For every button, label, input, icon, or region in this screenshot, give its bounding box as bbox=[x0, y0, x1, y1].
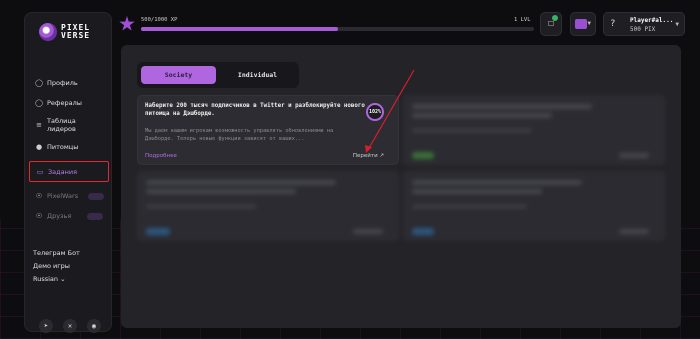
user-icon: ◯ bbox=[35, 79, 43, 87]
level-text: 1 LVL bbox=[514, 17, 531, 23]
logo[interactable]: PIXEL VERSE bbox=[39, 23, 90, 41]
level-star-icon bbox=[119, 16, 135, 31]
wallet-icon bbox=[575, 19, 587, 29]
sidebar-item-tasks[interactable]: ▭ Задания bbox=[29, 161, 109, 182]
notification-dot bbox=[552, 15, 558, 21]
sidebar-item-pets[interactable]: ● Питомцы bbox=[31, 137, 107, 157]
help-icon: ? bbox=[610, 19, 616, 29]
task-description: Мы даем нашим игрокам возможность управл… bbox=[145, 128, 334, 142]
tab-society[interactable]: Society bbox=[141, 66, 216, 84]
sidebar-nav: ◯ Профиль ◯ Рефералы ≡ Таблица лидеров ●… bbox=[29, 73, 109, 226]
sidebar-item-leaderboard[interactable]: ≡ Таблица лидеров bbox=[31, 113, 107, 137]
sidebar: PIXEL VERSE ◯ Профиль ◯ Рефералы ≡ Табли… bbox=[24, 12, 112, 333]
go-label: Перейти bbox=[352, 153, 378, 159]
language-select[interactable]: Russian ⌄ bbox=[33, 275, 80, 288]
player-balance: 500 PIX bbox=[630, 26, 656, 33]
sidebar-item-label: Задания bbox=[48, 167, 78, 176]
more-link[interactable]: Подробнее bbox=[145, 153, 177, 159]
xp-text: 500/1000 XP bbox=[141, 17, 178, 23]
shield-icon: ☉ bbox=[35, 192, 43, 200]
task-title: Наберите 200 тысяч подписчиков в Twitter… bbox=[145, 103, 365, 117]
go-link[interactable]: Перейти ↗ bbox=[353, 153, 384, 159]
sidebar-item-friends[interactable]: ☉ Друзья bbox=[31, 206, 107, 226]
task-tabs: Society Individual bbox=[137, 62, 299, 88]
chat-icon: ☐ bbox=[547, 18, 555, 29]
logo-text: PIXEL VERSE bbox=[61, 23, 91, 40]
tasks-panel: Society Individual Наберите 200 тысяч по… bbox=[121, 45, 681, 328]
task-card-locked bbox=[137, 171, 399, 241]
x-twitter-icon[interactable]: ✕ bbox=[63, 319, 77, 333]
task-card-locked bbox=[403, 95, 665, 165]
game-demo-link[interactable]: Демо игры bbox=[33, 262, 80, 275]
task-card-locked bbox=[403, 171, 665, 241]
sidebar-footer-links: Телеграм Бот Демо игры Russian ⌄ bbox=[33, 249, 80, 288]
xp-progress-bar bbox=[141, 27, 534, 31]
logo-icon bbox=[39, 23, 57, 41]
sidebar-item-pixelwars[interactable]: ☉ PixelWars bbox=[31, 186, 107, 206]
discord-icon[interactable]: ◉ bbox=[87, 319, 101, 333]
clipboard-icon: ▭ bbox=[36, 167, 44, 176]
sidebar-item-label: Рефералы bbox=[47, 99, 82, 107]
users-icon: ◯ bbox=[35, 99, 43, 107]
soon-badge bbox=[88, 192, 105, 200]
arrow-up-right-icon: ↗ bbox=[379, 153, 384, 159]
sidebar-item-profile[interactable]: ◯ Профиль bbox=[31, 73, 107, 93]
social-links: ➤ ✕ ◉ bbox=[39, 319, 101, 333]
sidebar-item-label: Питомцы bbox=[47, 143, 79, 151]
sidebar-item-label: PixelWars bbox=[47, 192, 79, 200]
wallet-button[interactable]: ▼ bbox=[570, 12, 596, 36]
profile-button[interactable]: ? Player#al... 500 PIX ▼ bbox=[603, 12, 685, 36]
chevron-down-icon: ▼ bbox=[587, 20, 591, 27]
language-label: Russian bbox=[33, 275, 59, 283]
friends-icon: ☉ bbox=[35, 212, 43, 220]
telegram-bot-link[interactable]: Телеграм Бот bbox=[33, 249, 80, 262]
sidebar-item-label: Профиль bbox=[47, 79, 78, 87]
list-icon: ≡ bbox=[36, 121, 42, 129]
sidebar-item-label: Таблица лидеров bbox=[47, 117, 76, 133]
task-card[interactable]: Наберите 200 тысяч подписчиков в Twitter… bbox=[137, 95, 399, 165]
tab-individual[interactable]: Individual bbox=[220, 66, 295, 84]
task-progress: 102% bbox=[366, 103, 384, 121]
sidebar-item-label: Друзья bbox=[47, 212, 72, 220]
player-name: Player#al... bbox=[630, 17, 674, 24]
telegram-icon[interactable]: ➤ bbox=[39, 319, 53, 333]
sidebar-item-referrals[interactable]: ◯ Рефералы bbox=[31, 93, 107, 113]
soon-badge bbox=[87, 212, 104, 220]
chat-button[interactable]: ☐ bbox=[540, 12, 562, 36]
chevron-down-icon: ⌄ bbox=[60, 275, 66, 283]
pet-icon: ● bbox=[35, 143, 43, 151]
chevron-down-icon: ▼ bbox=[675, 21, 679, 28]
xp-progress-fill bbox=[141, 27, 338, 31]
